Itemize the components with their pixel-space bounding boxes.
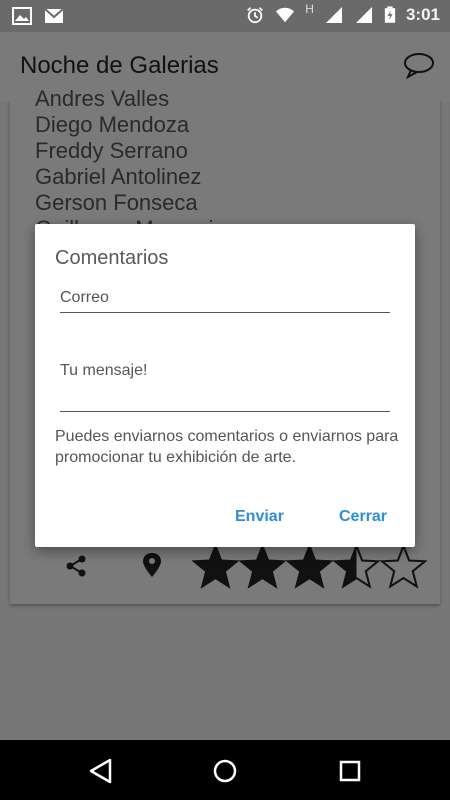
clock-time: 3:01 (405, 5, 440, 24)
message-input[interactable] (60, 362, 390, 410)
dialog-help-text: Puedes enviarnos comentarios o enviarnos… (55, 428, 399, 466)
artist-name[interactable]: Diego Mendoza (35, 112, 214, 138)
send-button[interactable]: Enviar (235, 508, 284, 526)
star-icon[interactable] (286, 544, 333, 590)
wifi-icon (276, 7, 295, 23)
signal-icon (355, 7, 372, 23)
alarm-icon (247, 7, 264, 24)
message-field (60, 362, 390, 412)
status-bar: H 3:01 (0, 0, 450, 32)
comments-dialog: Comentarios Puedes enviarnos comentarios… (35, 224, 415, 547)
recents-icon[interactable] (335, 756, 365, 786)
email-field (60, 284, 390, 313)
navigation-bar (0, 740, 450, 800)
mail-icon (44, 8, 64, 23)
share-icon[interactable] (64, 554, 88, 578)
star-icon[interactable] (239, 544, 286, 590)
app-title: Noche de Galerias (20, 52, 219, 79)
signal-icon (325, 7, 342, 23)
star-icon[interactable] (380, 544, 427, 590)
network-type-label: H (305, 2, 314, 16)
battery-charging-icon (384, 6, 396, 23)
artist-list: Andres Valles Diego Mendoza Freddy Serra… (35, 86, 214, 242)
email-input[interactable] (60, 284, 390, 312)
artist-name[interactable]: Andres Valles (35, 86, 214, 112)
close-button[interactable]: Cerrar (339, 508, 387, 526)
rating-stars[interactable] (192, 544, 427, 590)
home-icon[interactable] (210, 756, 240, 786)
back-icon[interactable] (86, 756, 116, 786)
image-icon (12, 7, 32, 25)
artist-name[interactable]: Gabriel Antolinez (35, 164, 214, 190)
chat-bubble-icon[interactable] (402, 50, 436, 80)
star-icon[interactable] (192, 544, 239, 590)
artist-name[interactable]: Freddy Serrano (35, 138, 214, 164)
card-actions (10, 544, 440, 594)
star-icon[interactable] (333, 544, 380, 590)
location-pin-icon[interactable] (142, 552, 162, 578)
artist-name[interactable]: Gerson Fonseca (35, 190, 214, 216)
dialog-title: Comentarios (55, 247, 169, 269)
